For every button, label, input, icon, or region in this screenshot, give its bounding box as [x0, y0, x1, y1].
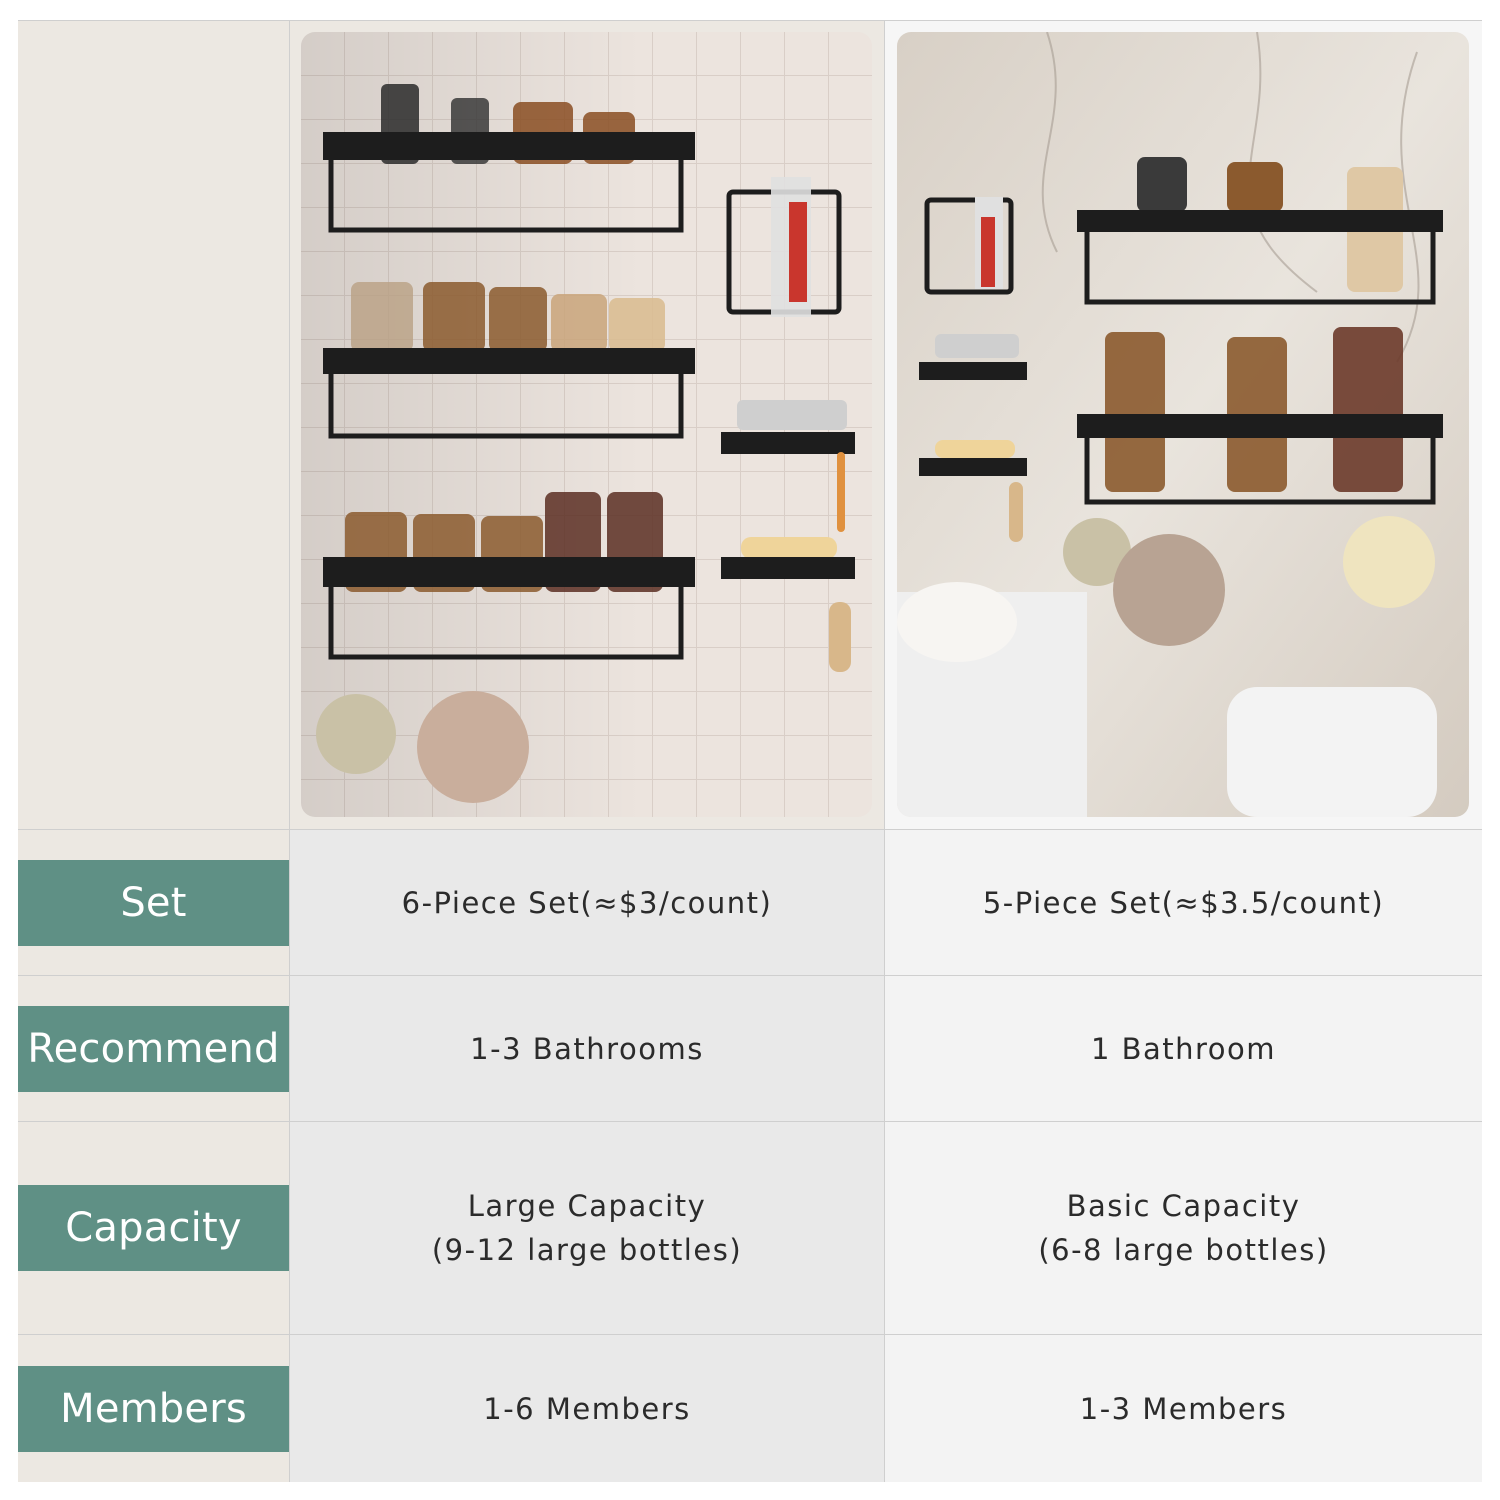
toilet	[1227, 687, 1437, 817]
row-set-option-a: 6-Piece Set(≈$3/count)	[290, 830, 885, 976]
tiled-wall-shower-caddy-image	[301, 32, 872, 817]
value-text: 5-Piece Set(≈$3.5/count)	[982, 885, 1385, 920]
row-recommend-option-a: 1-3 Bathrooms	[290, 976, 885, 1122]
row-label-set: Set	[18, 859, 289, 946]
value-text-block: Large Capacity (9-12 large bottles)	[290, 1122, 884, 1334]
row-set-label-cell: Set	[18, 830, 290, 976]
bath-pad	[1113, 534, 1225, 646]
row-label-recommend: Recommend	[18, 1005, 289, 1092]
option-a-photo-cell	[290, 21, 885, 830]
row-recommend-label-cell: Recommend	[18, 976, 290, 1122]
value-text: 1-3 Members	[1079, 1391, 1288, 1426]
value-line-1: Large Capacity	[467, 1189, 707, 1223]
value-text: 1-3 Bathrooms	[470, 1031, 704, 1066]
value-line-2: (6-8 large bottles)	[1038, 1233, 1329, 1267]
row-capacity-option-b: Basic Capacity (6-8 large bottles)	[885, 1122, 1482, 1335]
loofah	[316, 694, 396, 774]
value-text: 1 Bathroom	[1090, 1031, 1277, 1066]
value-text: 6-Piece Set(≈$3/count)	[401, 885, 773, 920]
value-text: 1-6 Members	[483, 1391, 691, 1426]
row-label-capacity: Capacity	[18, 1185, 289, 1271]
header-empty-cell	[18, 21, 290, 830]
row-members-label-cell: Members	[18, 1335, 290, 1482]
bath-pad	[417, 691, 529, 803]
row-members-option-b: 1-3 Members	[885, 1335, 1482, 1482]
option-b-photo-cell	[885, 21, 1482, 830]
row-capacity-option-a: Large Capacity (9-12 large bottles)	[290, 1122, 885, 1335]
row-members-option-a: 1-6 Members	[290, 1335, 885, 1482]
value-text-block: Basic Capacity (6-8 large bottles)	[885, 1122, 1482, 1334]
value-line-1: Basic Capacity	[1066, 1189, 1301, 1223]
row-label-members: Members	[18, 1365, 289, 1452]
sink	[897, 582, 1017, 662]
shelf-bottom	[1077, 327, 1443, 505]
row-set-option-b: 5-Piece Set(≈$3.5/count)	[885, 830, 1482, 976]
marble-bathroom-shower-caddy-image	[897, 32, 1469, 817]
row-recommend-option-b: 1 Bathroom	[885, 976, 1482, 1122]
loofah-cream	[1343, 516, 1435, 608]
comparison-table: Set 6-Piece Set(≈$3/count) 5-Piece Set(≈…	[18, 20, 1482, 1482]
value-line-2: (9-12 large bottles)	[431, 1233, 743, 1267]
option-a-photo	[301, 32, 872, 817]
row-capacity-label-cell: Capacity	[18, 1122, 290, 1335]
option-b-photo	[897, 32, 1469, 817]
